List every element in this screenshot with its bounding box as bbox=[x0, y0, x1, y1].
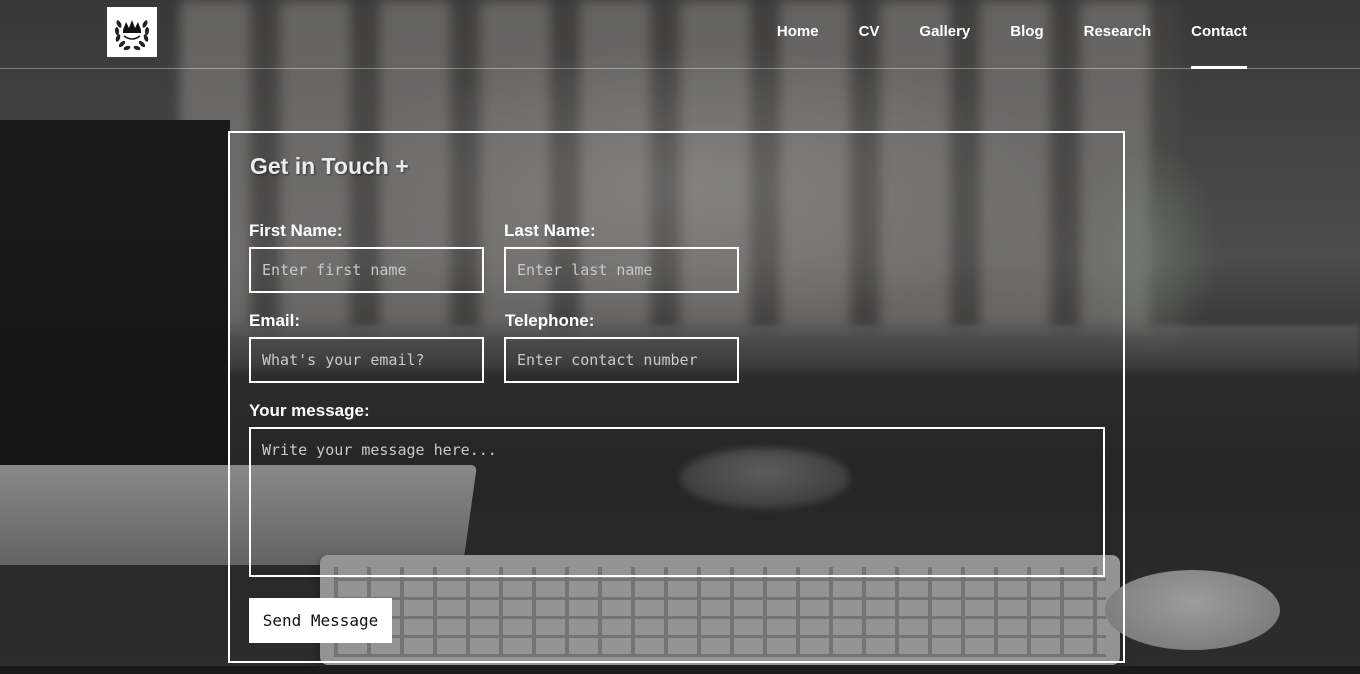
telephone-label: Telephone: bbox=[505, 311, 595, 330]
nav-item-home[interactable]: Home bbox=[777, 0, 819, 68]
message-textarea[interactable] bbox=[249, 427, 1105, 577]
main-nav: Home CV Gallery Blog Research Contact bbox=[777, 0, 1247, 69]
site-logo[interactable] bbox=[107, 7, 157, 57]
send-message-button[interactable]: Send Message bbox=[249, 598, 392, 643]
form-title: Get in Touch + bbox=[250, 153, 409, 179]
email-input[interactable] bbox=[249, 337, 484, 383]
telephone-input[interactable] bbox=[504, 337, 739, 383]
nav-item-blog[interactable]: Blog bbox=[1010, 0, 1043, 68]
contact-form: Get in Touch + First Name: Last Name: Em… bbox=[228, 131, 1125, 663]
email-label: Email: bbox=[249, 311, 301, 330]
message-label: Your message: bbox=[249, 401, 370, 420]
taskbar-strip bbox=[0, 666, 1360, 674]
last-name-label: Last Name: bbox=[504, 221, 596, 240]
nav-item-gallery[interactable]: Gallery bbox=[919, 0, 970, 68]
laurel-crown-icon bbox=[114, 20, 150, 51]
nav-item-contact[interactable]: Contact bbox=[1191, 0, 1247, 69]
nav-item-cv[interactable]: CV bbox=[859, 0, 880, 68]
nav-item-research[interactable]: Research bbox=[1084, 0, 1152, 68]
first-name-label: First Name: bbox=[249, 221, 343, 240]
first-name-input[interactable] bbox=[249, 247, 484, 293]
site-header: Home CV Gallery Blog Research Contact bbox=[0, 0, 1360, 69]
last-name-input[interactable] bbox=[504, 247, 739, 293]
